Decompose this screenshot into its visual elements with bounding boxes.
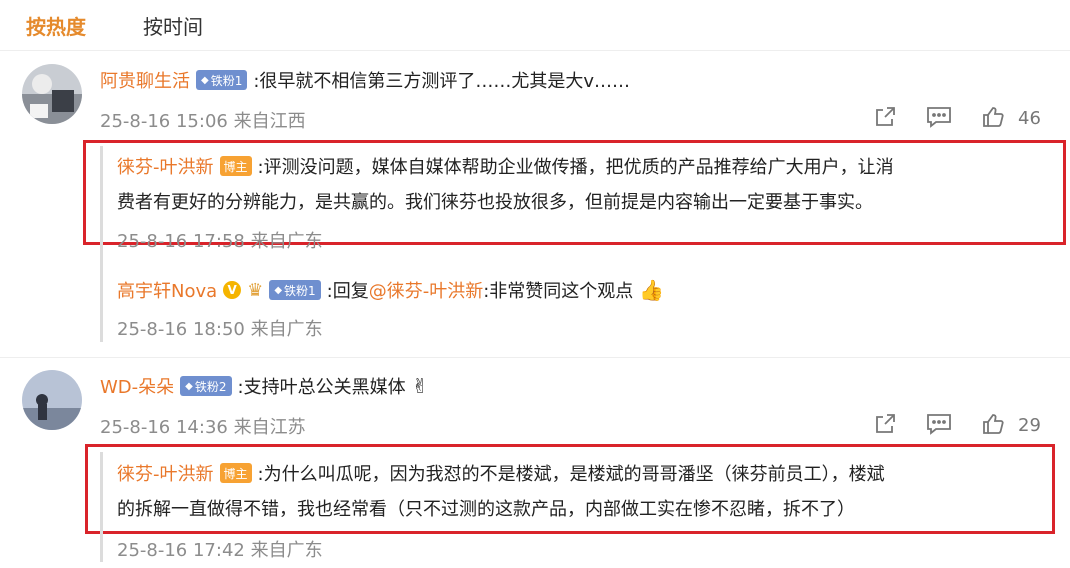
reply-time: 25-8-16 17:42 bbox=[117, 540, 245, 561]
comment-location: 来自江苏 bbox=[233, 417, 306, 438]
divider bbox=[0, 50, 1070, 51]
like-count: 29 bbox=[1018, 415, 1041, 436]
reply-thread-line bbox=[100, 146, 103, 342]
username[interactable]: 高宇轩Nova bbox=[117, 277, 217, 303]
comment-meta: 25-8-16 15:06 来自江西 bbox=[100, 107, 306, 133]
comment-time: 25-8-16 14:36 bbox=[100, 417, 228, 438]
reply-location: 来自广东 bbox=[250, 540, 323, 561]
fan-badge: ◆ 铁粉1 bbox=[196, 70, 248, 90]
fan-badge-label: 铁粉1 bbox=[284, 283, 316, 298]
reply-thread-line bbox=[100, 452, 103, 562]
diamond-icon: ◆ bbox=[201, 74, 209, 86]
victory-emoji: ✌ bbox=[411, 374, 429, 398]
username[interactable]: 徕芬-叶洪新 bbox=[117, 460, 214, 486]
comment-meta: 25-8-16 14:36 来自江苏 bbox=[100, 413, 306, 439]
share-icon[interactable] bbox=[872, 411, 898, 437]
thumbs-up-emoji: 👍 bbox=[639, 278, 665, 302]
comment-text: :支持叶总公关黑媒体 bbox=[237, 377, 406, 398]
reply-meta: 25-8-16 17:58 来自广东 bbox=[117, 227, 323, 253]
comment-icon[interactable] bbox=[926, 104, 952, 130]
like-count: 46 bbox=[1018, 108, 1041, 129]
tab-hot[interactable]: 按热度 bbox=[26, 11, 86, 40]
username[interactable]: 徕芬-叶洪新 bbox=[117, 153, 214, 179]
comment-location: 来自江西 bbox=[233, 111, 306, 132]
reply-text: :为什么叫瓜呢，因为我怼的不是楼斌，是楼斌的哥哥潘坚（徕芬前员工），楼斌 bbox=[257, 464, 885, 485]
reply-text-continued: 费者有更好的分辨能力，是共赢的。我们徕芬也投放很多，但前提是内容输出一定要基于事… bbox=[117, 192, 873, 213]
username[interactable]: 阿贵聊生活 bbox=[100, 67, 190, 93]
reply-text: :评测没问题，媒体自媒体帮助企业做传播，把优质的产品推荐给广大用户，让消 bbox=[257, 157, 894, 178]
avatar[interactable] bbox=[22, 370, 82, 430]
avatar-image bbox=[22, 370, 82, 430]
fan-badge-label: 铁粉1 bbox=[210, 73, 243, 88]
reply-header: 徕芬-叶洪新 博主 :评测没问题，媒体自媒体帮助企业做传播，把优质的产品推荐给广… bbox=[117, 153, 894, 179]
reply-prefix: :回复 bbox=[326, 281, 369, 302]
share-icon[interactable] bbox=[872, 104, 898, 130]
avatar[interactable] bbox=[22, 64, 82, 124]
reply-suffix: :非常赞同这个观点 bbox=[483, 281, 634, 302]
reply-text: :回复@徕芬-叶洪新:非常赞同这个观点 bbox=[327, 277, 634, 303]
comment-icon[interactable] bbox=[926, 411, 952, 437]
comment-time: 25-8-16 15:06 bbox=[100, 111, 228, 132]
crown-icon: ♛ bbox=[247, 279, 264, 301]
diamond-icon: ◆ bbox=[185, 380, 193, 392]
tab-time[interactable]: 按时间 bbox=[143, 11, 203, 40]
avatar-image bbox=[22, 64, 82, 124]
blogger-badge: 博主 bbox=[219, 156, 252, 176]
comment-header: 阿贵聊生活 ◆ 铁粉1 :很早就不相信第三方测评了……尤其是大v…… bbox=[100, 67, 630, 93]
reply-text-continued: 的拆解一直做得不错，我也经常看（只不过测的这款产品，内部做工实在惨不忍睹，拆不了… bbox=[117, 499, 855, 520]
reply-location: 来自广东 bbox=[250, 231, 323, 252]
comment-header: WD-朵朵 ◆ 铁粉2 :支持叶总公关黑媒体 ✌ bbox=[100, 373, 428, 399]
vip-v-icon: V bbox=[223, 281, 242, 299]
fan-badge: ◆ 铁粉1 bbox=[269, 280, 321, 300]
blogger-badge: 博主 bbox=[219, 463, 252, 483]
like-icon[interactable] bbox=[980, 104, 1006, 130]
reply-time: 25-8-16 18:50 bbox=[117, 319, 245, 340]
fan-badge: ◆ 铁粉2 bbox=[180, 376, 232, 396]
reply-header: 徕芬-叶洪新 博主 :为什么叫瓜呢，因为我怼的不是楼斌，是楼斌的哥哥潘坚（徕芬前… bbox=[117, 460, 885, 486]
divider bbox=[0, 357, 1070, 358]
mention-link[interactable]: @徕芬-叶洪新 bbox=[369, 281, 484, 302]
reply-meta: 25-8-16 18:50 来自广东 bbox=[117, 315, 323, 341]
comment-text: :很早就不相信第三方测评了……尤其是大v…… bbox=[253, 71, 631, 92]
reply-header: 高宇轩Nova V ♛ ◆ 铁粉1 :回复@徕芬-叶洪新:非常赞同这个观点 👍 bbox=[117, 277, 664, 303]
like-icon[interactable] bbox=[980, 411, 1006, 437]
username[interactable]: WD-朵朵 bbox=[100, 373, 174, 399]
reply-meta: 25-8-16 17:42 来自广东 bbox=[117, 536, 323, 562]
reply-location: 来自广东 bbox=[250, 319, 323, 340]
reply-time: 25-8-16 17:58 bbox=[117, 231, 245, 252]
fan-badge-label: 铁粉2 bbox=[194, 379, 227, 394]
diamond-icon: ◆ bbox=[274, 284, 283, 296]
